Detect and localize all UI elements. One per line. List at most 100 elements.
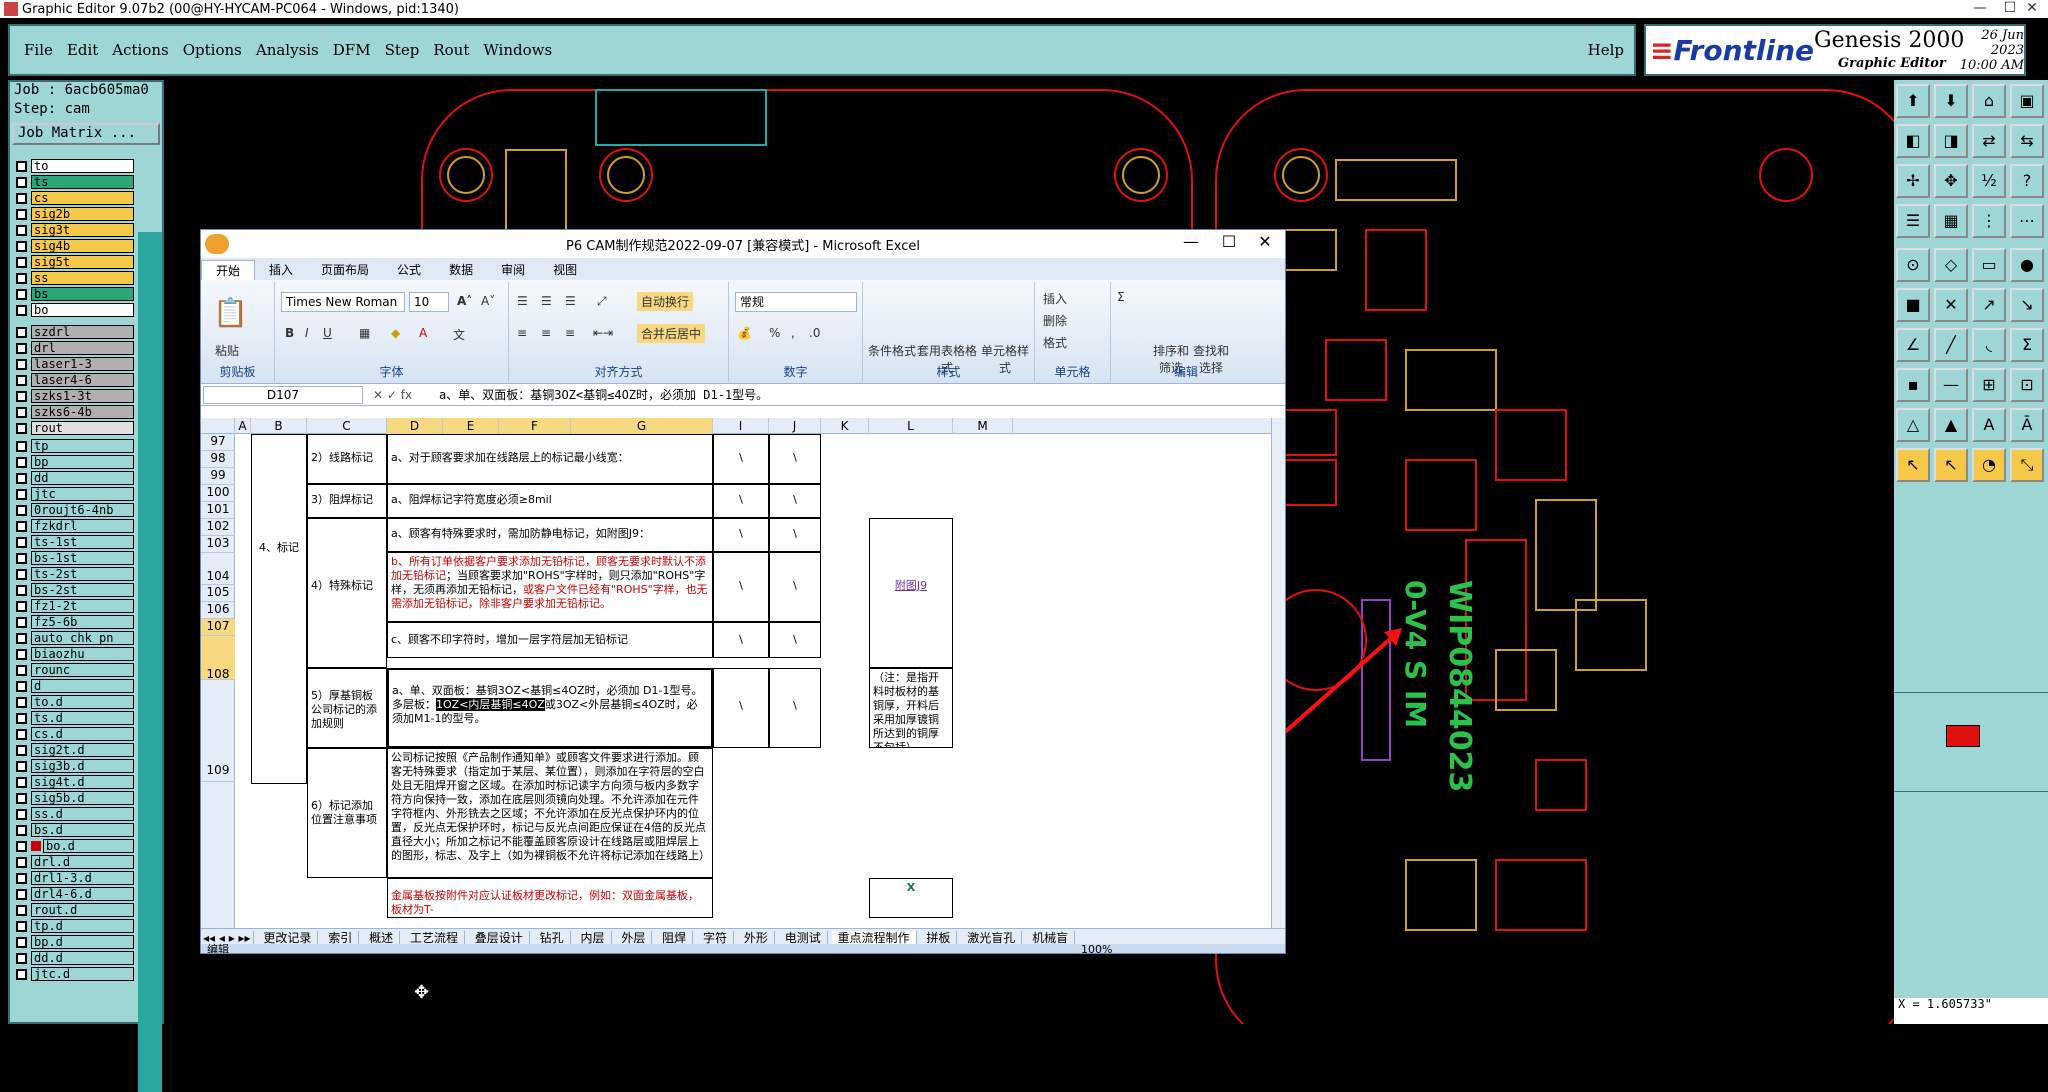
excel-attachment-icon[interactable]: X [869, 878, 953, 918]
cell-d110[interactable]: 金属基板按附件对应认证板材更改标记，例如：双面金属基板，板材为T- [387, 878, 713, 918]
wrap-text-button[interactable]: 自动换行 [637, 292, 694, 311]
layer-row-laser1-3[interactable]: laser1-3 [12, 356, 134, 372]
pointer-tool-icon[interactable]: ↖ [1896, 448, 1930, 482]
sheet-tab[interactable]: 电测试 [778, 931, 828, 944]
cell-slash[interactable]: \ [769, 552, 821, 622]
layer-row-ts-2st[interactable]: ts-2st [12, 566, 134, 582]
underline-button[interactable]: U [323, 326, 332, 340]
snap-tool-icon[interactable]: ⤡ [2010, 448, 2044, 482]
tool-icon-36[interactable]: Ā [2010, 408, 2044, 442]
layer-name[interactable]: laser1-3 [31, 357, 134, 371]
grow-font-button[interactable]: A˄ [457, 294, 472, 308]
layer-row-sig2t.d[interactable]: sig2t.d [12, 742, 134, 758]
row-header[interactable]: 106 [201, 602, 235, 619]
cell-c103[interactable]: 4）特殊标记 [307, 518, 387, 668]
layer-name[interactable]: sig4t.d [31, 775, 134, 789]
layer-row-dd.d[interactable]: dd.d [12, 950, 134, 966]
tool-icon-19[interactable]: ▭ [1972, 248, 2006, 282]
layer-name[interactable]: sig2t.d [31, 743, 134, 757]
layer-name[interactable]: szks6-4b [31, 405, 134, 419]
overview-pane[interactable] [1894, 692, 2048, 792]
layer-row-tp.d[interactable]: tp.d [12, 918, 134, 934]
layer-checkbox[interactable] [16, 728, 27, 740]
tool-icon-32[interactable]: ⊡ [2010, 368, 2044, 402]
layer-checkbox[interactable] [16, 904, 27, 916]
border-button[interactable]: ▦ [359, 326, 370, 340]
menu-step[interactable]: Step [385, 41, 420, 59]
layer-checkbox[interactable] [16, 456, 27, 468]
layer-name[interactable]: biaozhu [31, 647, 134, 661]
cell-slash[interactable]: \ [769, 622, 821, 658]
menu-analysis[interactable]: Analysis [256, 41, 319, 59]
layer-checkbox[interactable] [16, 208, 27, 220]
layer-name[interactable]: drl1-3.d [31, 871, 134, 885]
tool-icon-35[interactable]: A [1972, 408, 2006, 442]
layer-name[interactable]: cs [31, 191, 134, 205]
layer-name[interactable]: fz1-2t [31, 599, 134, 613]
layer-name[interactable]: drl.d [31, 855, 134, 869]
close-button[interactable]: ✕ [2012, 0, 2048, 16]
cell-c107[interactable]: 5）厚基铜板公司标记的添加规则 [307, 668, 387, 748]
layer-checkbox[interactable] [16, 406, 27, 418]
tab-data[interactable]: 数据 [435, 260, 487, 280]
layer-checkbox[interactable] [16, 422, 27, 434]
col-header[interactable]: E [443, 418, 499, 434]
cell-d100[interactable]: a、阻焊标记字符宽度必须≥8mil [387, 484, 713, 518]
cell-c98[interactable]: 2）线路标记 [307, 434, 387, 484]
layer-name[interactable]: dd.d [31, 951, 134, 965]
excel-maximize-button[interactable]: ☐ [1209, 232, 1249, 251]
tool-icon-27[interactable]: ◟ [1972, 328, 2006, 362]
cell-slash[interactable]: \ [713, 518, 769, 552]
layer-name[interactable]: bp.d [31, 935, 134, 949]
menu-actions[interactable]: Actions [112, 41, 168, 59]
cell-slash[interactable]: \ [713, 552, 769, 622]
cell-l107[interactable]: （注：是指开料时板材的基铜厚，开料后采用加厚镀铜所达到的铜厚不包括） [869, 668, 953, 748]
tool-icon-2[interactable]: ⬇ [1934, 84, 1968, 118]
layer-row-drl4-6.d[interactable]: drl4-6.d [12, 886, 134, 902]
row-header[interactable]: 97 [201, 434, 235, 451]
layer-row-ss.d[interactable]: ss.d [12, 806, 134, 822]
layer-name[interactable]: ts.d [31, 711, 134, 725]
tab-insert[interactable]: 插入 [255, 260, 307, 280]
layer-checkbox[interactable] [16, 760, 27, 772]
layer-row-ts.d[interactable]: ts.d [12, 710, 134, 726]
cell-slash[interactable]: \ [713, 668, 769, 748]
layer-name[interactable]: sig3b.d [31, 759, 134, 773]
layer-row-bo[interactable]: bo [12, 302, 134, 318]
cell-d107-selected[interactable]: a、单、双面板：基铜3OZ<基铜≤4OZ时，必须加 D1-1型号。 多层板：1OZ… [387, 668, 713, 748]
row-header[interactable]: 99 [201, 468, 235, 485]
layer-name[interactable]: jtc.d [31, 967, 134, 981]
layer-row-drl[interactable]: drl [12, 340, 134, 356]
tool-icon-34[interactable]: ▲ [1934, 408, 1968, 442]
layer-row-bp[interactable]: bp [12, 454, 134, 470]
layer-checkbox[interactable] [16, 792, 27, 804]
select-tool-icon[interactable]: ↖ [1934, 448, 1968, 482]
name-box[interactable]: D107 [203, 385, 363, 404]
layer-row-sig2b[interactable]: sig2b [12, 206, 134, 222]
tool-icon-31[interactable]: ⊞ [1972, 368, 2006, 402]
tab-review[interactable]: 审阅 [487, 260, 539, 280]
layer-row-tp[interactable]: tp [12, 438, 134, 454]
layer-checkbox[interactable] [16, 288, 27, 300]
layer-row-bs[interactable]: bs [12, 286, 134, 302]
comma-button[interactable]: , [791, 326, 795, 340]
layer-name[interactable]: 0roujt6-4nb [31, 503, 134, 517]
layer-name[interactable]: jtc [31, 487, 134, 501]
tool-icon-10[interactable]: ✥ [1934, 164, 1968, 198]
sheet-tab[interactable]: 叠层设计 [468, 931, 530, 944]
layer-row-sig5b.d[interactable]: sig5b.d [12, 790, 134, 806]
layer-name[interactable]: rounc [31, 663, 134, 677]
indent-button[interactable]: ⇤⇥ [593, 326, 613, 340]
sheet-tab[interactable]: 钻孔 [533, 931, 571, 944]
delete-cells-button[interactable]: 删除 [1043, 312, 1067, 329]
font-size-select[interactable]: 10 [409, 292, 449, 312]
col-header[interactable]: D [387, 418, 443, 434]
layer-name[interactable]: tp.d [31, 919, 134, 933]
layer-checkbox[interactable] [16, 824, 27, 836]
cell-slash[interactable]: \ [713, 484, 769, 518]
col-header[interactable]: K [821, 418, 869, 434]
sheet-tab[interactable]: 激光盲孔 [961, 931, 1023, 944]
layer-row-jtc.d[interactable]: jtc.d [12, 966, 134, 982]
row-header[interactable]: 100 [201, 485, 235, 502]
layer-checkbox[interactable] [16, 390, 27, 402]
